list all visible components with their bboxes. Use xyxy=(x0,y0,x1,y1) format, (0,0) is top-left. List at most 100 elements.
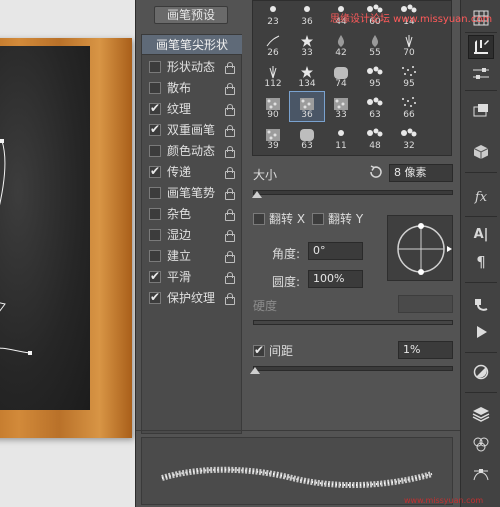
list-item-setting[interactable]: 建立 xyxy=(142,245,242,266)
brush-tip-size: 90 xyxy=(267,110,279,120)
paragraph-icon[interactable]: ¶ xyxy=(468,250,494,274)
setting-checkbox[interactable] xyxy=(149,60,161,73)
brush-tip-cell[interactable]: 36 xyxy=(290,1,324,28)
list-item-setting[interactable]: 双重画笔 xyxy=(142,119,242,140)
lock-icon[interactable] xyxy=(224,145,235,158)
list-item-setting[interactable]: 散布 xyxy=(142,77,242,98)
setting-checkbox[interactable] xyxy=(149,249,161,262)
list-item-setting[interactable]: 湿边 xyxy=(142,224,242,245)
setting-checkbox[interactable] xyxy=(149,164,161,178)
cube-icon[interactable] xyxy=(468,140,494,164)
setting-checkbox[interactable] xyxy=(149,144,161,157)
flip-y-label: 翻转 Y xyxy=(328,212,364,226)
flip-y-checkbox[interactable] xyxy=(312,212,324,225)
lock-icon[interactable] xyxy=(224,271,235,284)
brush-tip-size: 74 xyxy=(335,79,347,89)
flip-y-control[interactable]: 翻转 Y xyxy=(312,210,363,227)
list-item-setting[interactable]: 保护纹理 xyxy=(142,287,242,308)
play-icon[interactable] xyxy=(468,320,494,344)
brush-tip-cell[interactable]: 39 xyxy=(256,123,290,152)
setting-checkbox[interactable] xyxy=(149,122,161,136)
spacing-slider-thumb[interactable] xyxy=(250,367,260,374)
lock-icon[interactable] xyxy=(224,166,235,179)
list-item-setting[interactable]: 颜色动态 xyxy=(142,140,242,161)
brush-tip-cell[interactable]: 23 xyxy=(256,1,290,28)
setting-checkbox[interactable] xyxy=(149,207,161,220)
brush-tip-cell[interactable]: 11 xyxy=(324,123,358,152)
brush-tip-cell[interactable]: 112 xyxy=(256,61,290,90)
list-item-setting[interactable]: 画笔笔势 xyxy=(142,182,242,203)
watermark-bottom: www.missyuan.com xyxy=(404,496,484,505)
brush-tip-cell[interactable]: 134 xyxy=(290,61,324,90)
size-input[interactable]: 8 像素 xyxy=(389,164,453,182)
brush-tip-cell[interactable]: 32 xyxy=(392,123,426,152)
lock-icon[interactable] xyxy=(224,250,235,263)
setting-checkbox[interactable] xyxy=(149,269,161,283)
spacing-slider-track[interactable] xyxy=(253,366,453,371)
list-item-setting[interactable]: 形状动态 xyxy=(142,56,242,77)
brush-tip-cell[interactable]: 33 xyxy=(290,30,324,59)
channels-icon[interactable] xyxy=(468,432,494,456)
spacing-checkbox[interactable] xyxy=(253,343,265,357)
flip-x-checkbox[interactable] xyxy=(253,212,265,225)
adjust-sliders-icon[interactable] xyxy=(468,62,494,86)
brush-tip-cell[interactable]: 63 xyxy=(358,92,392,121)
brush-presets-button[interactable]: 画笔预设 xyxy=(154,6,228,24)
setting-checkbox[interactable] xyxy=(149,186,161,199)
flip-x-control[interactable]: 翻转 X xyxy=(253,210,305,227)
lock-icon[interactable] xyxy=(224,82,235,95)
size-slider-track[interactable] xyxy=(253,190,453,195)
lock-icon[interactable] xyxy=(224,187,235,200)
size-slider-thumb[interactable] xyxy=(252,191,262,198)
setting-label: 传递 xyxy=(167,165,192,179)
brush-tip-cell[interactable]: 42 xyxy=(324,30,358,59)
setting-checkbox[interactable] xyxy=(149,228,161,241)
document-canvas[interactable] xyxy=(0,0,135,507)
angle-input[interactable]: 0° xyxy=(308,242,363,260)
lock-icon[interactable] xyxy=(224,124,235,137)
brush-tip-cell[interactable]: 95 xyxy=(358,61,392,90)
spacing-control[interactable]: 间距 xyxy=(253,342,293,359)
setting-checkbox[interactable] xyxy=(149,81,161,94)
reset-size-icon[interactable] xyxy=(368,164,384,180)
brush-tip-cell[interactable]: 26 xyxy=(256,30,290,59)
brush-tip-size: 48 xyxy=(369,141,381,151)
brush-panel-icon[interactable] xyxy=(468,35,494,59)
lock-icon[interactable] xyxy=(224,208,235,221)
paths-icon[interactable] xyxy=(468,462,494,486)
list-item-setting[interactable]: 纹理 xyxy=(142,98,242,119)
brush-tip-cell[interactable]: 90 xyxy=(256,92,290,121)
circle-icon[interactable] xyxy=(468,360,494,384)
angle-label: 角度: xyxy=(272,247,301,261)
list-item-setting[interactable]: 杂色 xyxy=(142,203,242,224)
lock-icon[interactable] xyxy=(224,103,235,116)
setting-checkbox[interactable] xyxy=(149,101,161,115)
lock-icon[interactable] xyxy=(224,292,235,305)
brush-tip-cell[interactable]: 36 xyxy=(289,91,325,122)
fx-icon[interactable]: fx xyxy=(468,185,494,209)
angle-roundness-widget[interactable] xyxy=(387,215,453,281)
brush-tip-cell[interactable]: 74 xyxy=(324,61,358,90)
lock-icon[interactable] xyxy=(224,61,235,74)
brush-tip-cell[interactable]: 95 xyxy=(392,61,426,90)
brush-tip-cell[interactable]: 70 xyxy=(392,30,426,59)
setting-label: 散布 xyxy=(167,81,192,95)
brush-tip-cell[interactable]: 55 xyxy=(358,30,392,59)
preview-divider xyxy=(136,430,461,431)
layers-icon[interactable] xyxy=(468,402,494,426)
brush-tip-size: 33 xyxy=(335,110,347,120)
brush-tip-cell[interactable]: 66 xyxy=(392,92,426,121)
setting-checkbox[interactable] xyxy=(149,290,161,304)
list-item-setting[interactable]: 平滑 xyxy=(142,266,242,287)
brush-presets-icon[interactable] xyxy=(468,293,494,317)
brush-tip-cell[interactable]: 63 xyxy=(290,123,324,152)
roundness-input[interactable]: 100% xyxy=(308,270,363,288)
brush-tip-cell[interactable]: 48 xyxy=(358,123,392,152)
brush-tip-cell[interactable]: 33 xyxy=(324,92,358,121)
list-item-brush-tip-shape[interactable]: 画笔笔尖形状 xyxy=(142,35,242,55)
type-icon[interactable]: A| xyxy=(468,222,494,246)
list-item-setting[interactable]: 传递 xyxy=(142,161,242,182)
spacing-input[interactable]: 1% xyxy=(398,341,453,359)
clone-source-icon[interactable] xyxy=(468,98,494,122)
lock-icon[interactable] xyxy=(224,229,235,242)
